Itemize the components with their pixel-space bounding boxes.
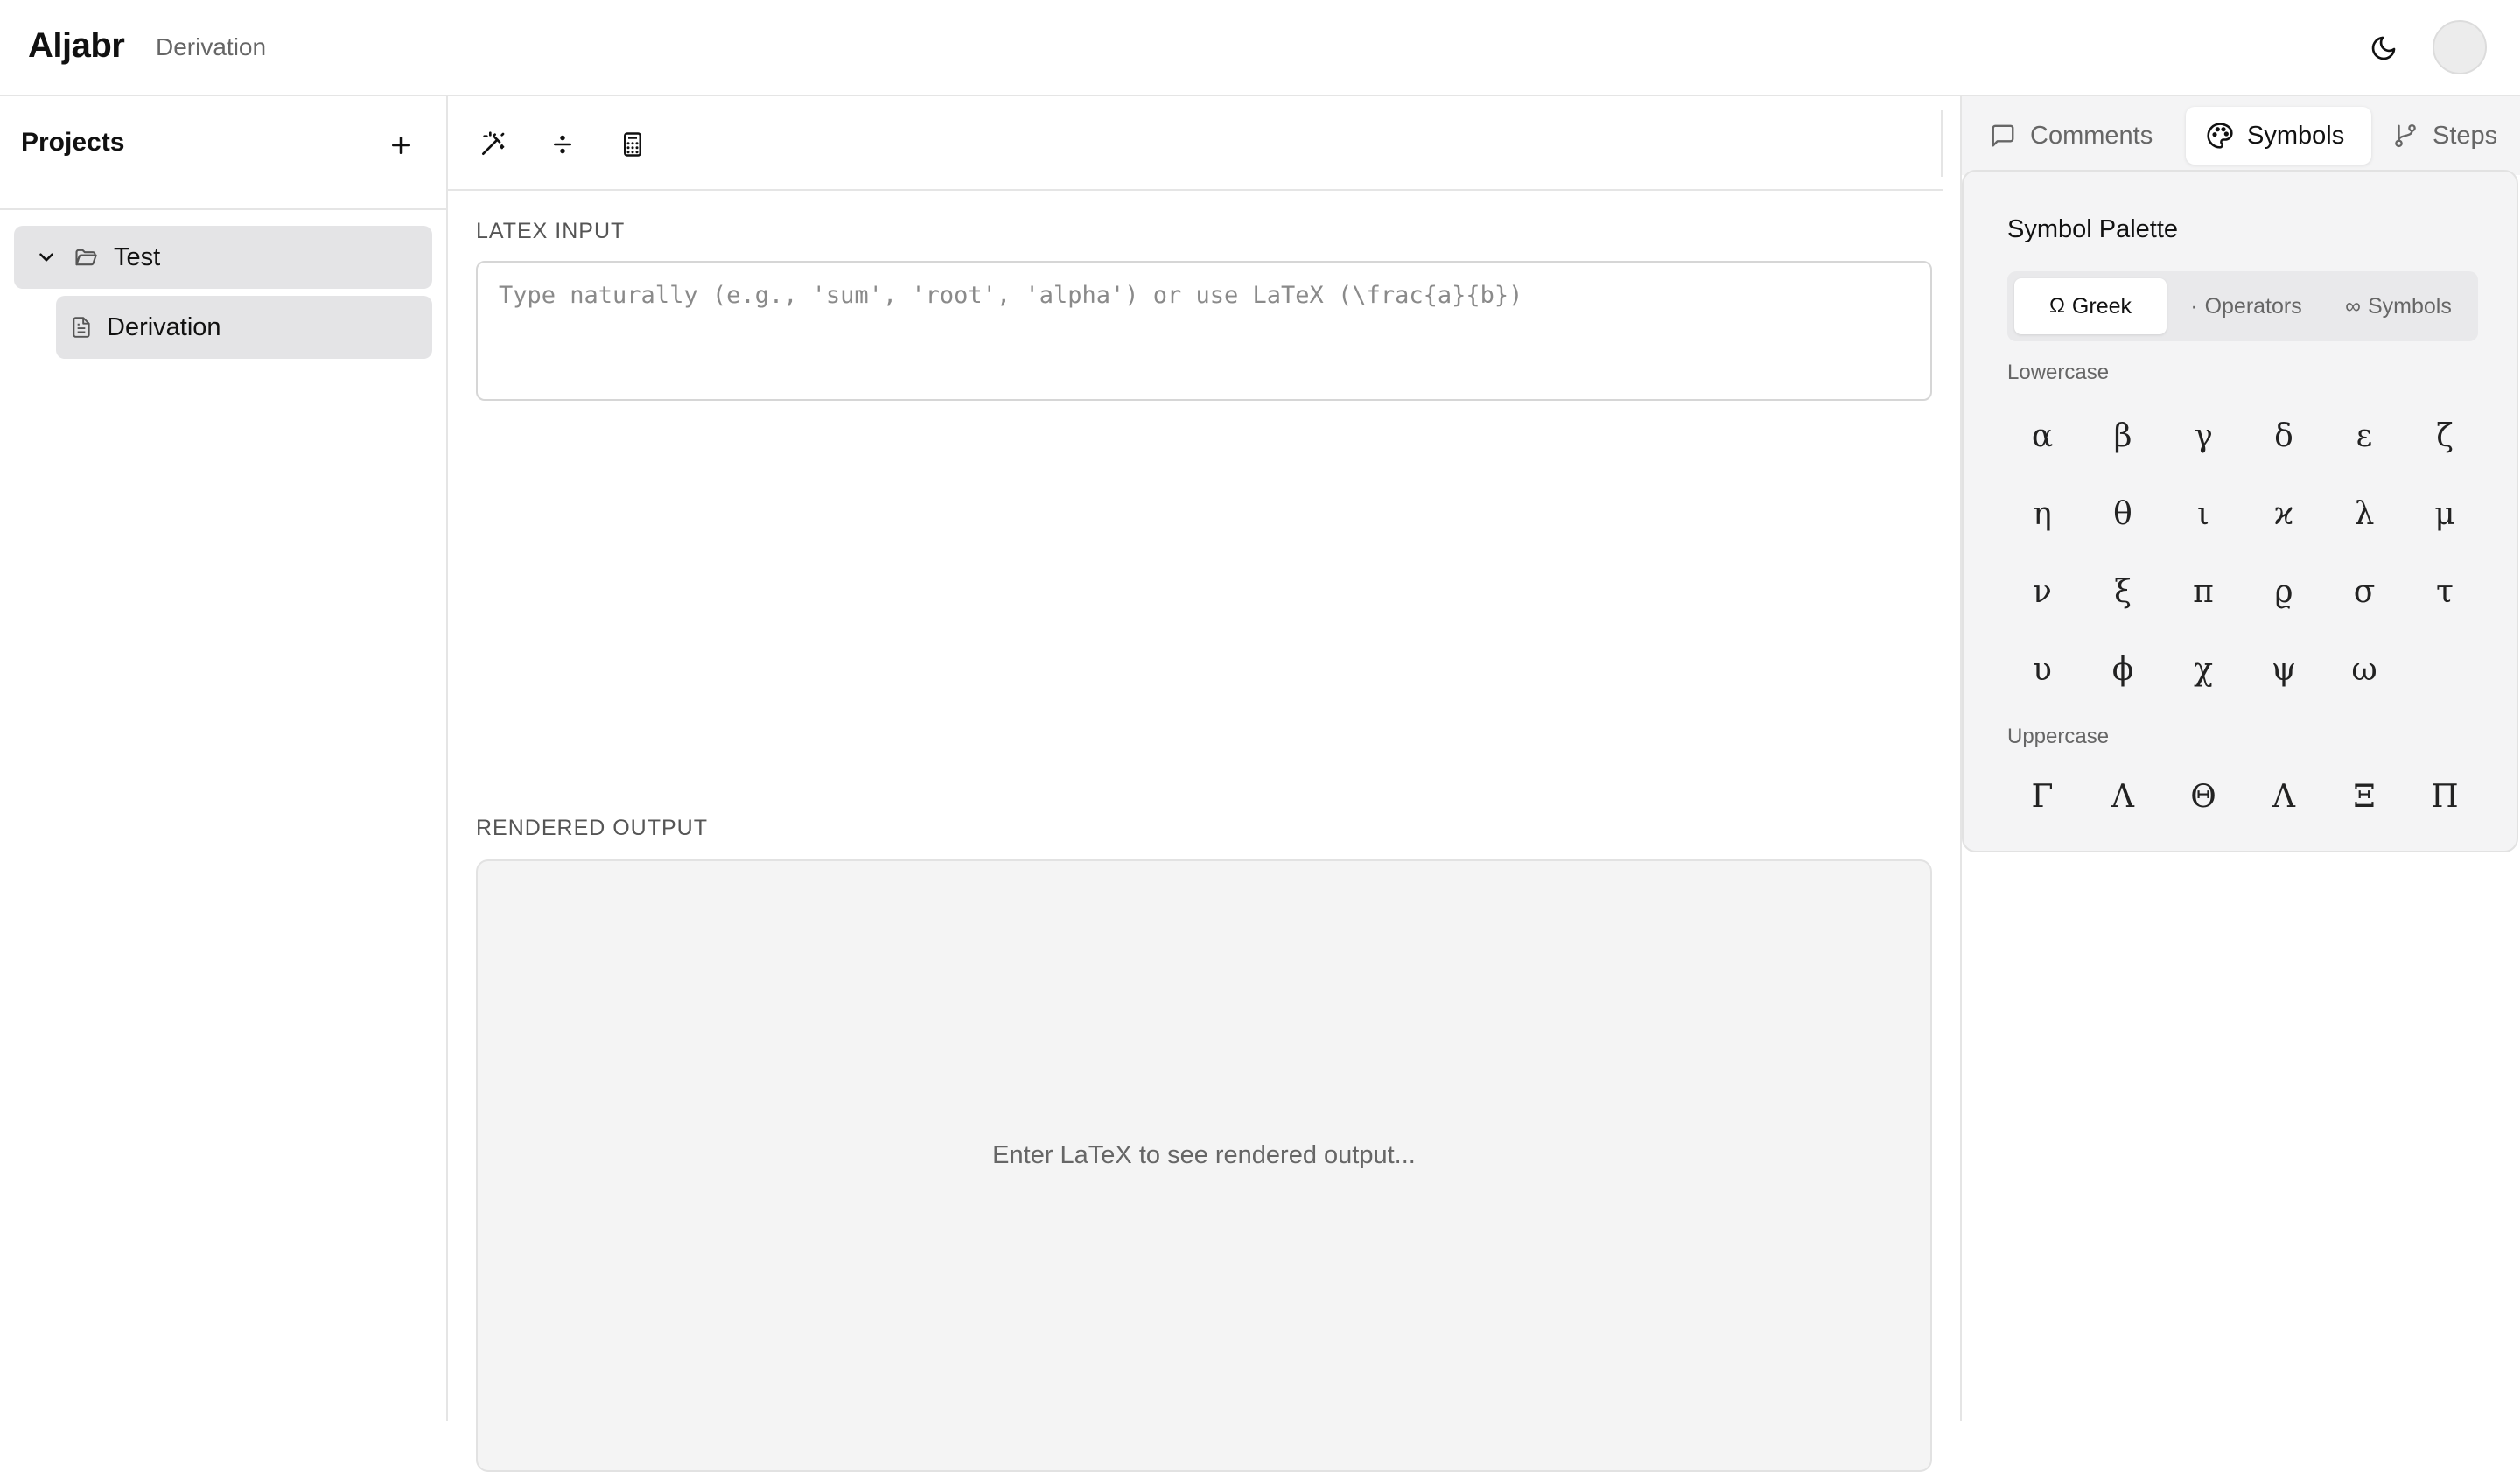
palette-icon <box>2205 121 2235 151</box>
symbol-button[interactable]: χ <box>2168 634 2238 704</box>
tab-steps-label: Steps <box>2432 121 2498 150</box>
right-panel: Comments Symbols Steps Symbol Palette Ω … <box>1960 96 2520 1421</box>
symbol-button[interactable]: γ <box>2168 401 2238 471</box>
symbol-button[interactable]: ϱ <box>2249 557 2319 627</box>
app-logo[interactable]: Aljabr <box>28 26 125 66</box>
symbol-button[interactable]: Γ <box>2007 761 2077 831</box>
tab-comments-label: Comments <box>2030 121 2153 150</box>
omega-icon: Ω <box>2048 294 2065 318</box>
calculator-icon <box>624 132 641 157</box>
magic-wand-button[interactable] <box>471 123 514 166</box>
symbol-button[interactable]: ζ <box>2410 401 2480 471</box>
category-operators-button[interactable]: · Operators <box>2172 278 2320 334</box>
magic-wand-icon <box>482 131 505 155</box>
editor-toolbar <box>448 96 1942 191</box>
tab-steps[interactable]: Steps <box>2390 107 2520 165</box>
add-project-button[interactable] <box>380 124 422 166</box>
chevron-down-icon[interactable] <box>33 244 60 270</box>
symbol-palette: Symbol Palette Ω Greek · Operators ∞ Sym… <box>1962 170 2518 852</box>
message-square-icon <box>1988 121 2018 151</box>
symbol-button[interactable]: ω <box>2329 634 2399 704</box>
symbol-button[interactable]: Θ <box>2168 761 2238 831</box>
folder-label: Test <box>114 242 161 271</box>
projects-sidebar: Projects Test Derivation <box>0 96 448 1421</box>
symbol-button[interactable]: σ <box>2329 557 2399 627</box>
calculator-button[interactable] <box>611 123 654 166</box>
group-label-lowercase: Lowercase <box>2007 361 2110 384</box>
dot-icon: · <box>2190 293 2198 319</box>
tab-symbols[interactable]: Symbols <box>2186 107 2371 165</box>
avatar[interactable] <box>2432 20 2487 74</box>
symbol-button[interactable]: λ <box>2329 479 2399 549</box>
tab-comments[interactable]: Comments <box>1988 107 2180 165</box>
folder-open-icon <box>72 244 102 270</box>
symbol-button[interactable]: ν <box>2007 557 2077 627</box>
category-symbols-label: Symbols <box>2367 293 2452 319</box>
symbol-button[interactable]: Λ <box>2249 761 2319 831</box>
top-bar: Aljabr Derivation <box>0 0 2520 96</box>
toolbar-divider <box>1941 110 1942 177</box>
divide-icon <box>554 135 571 154</box>
tree-file-derivation[interactable]: Derivation <box>56 296 432 359</box>
theme-toggle-button[interactable] <box>2359 26 2408 70</box>
symbol-button[interactable]: ϰ <box>2249 479 2319 549</box>
symbol-button[interactable]: Π <box>2410 761 2480 831</box>
palette-title: Symbol Palette <box>2007 215 2179 243</box>
rendered-output-area: Enter LaTeX to see rendered output... <box>476 859 1932 1472</box>
rendered-output-placeholder: Enter LaTeX to see rendered output... <box>992 1141 1416 1169</box>
editor-main: LATEX INPUT RENDERED OUTPUT Enter LaTeX … <box>448 96 1960 1472</box>
symbol-button[interactable]: Λ <box>2088 761 2158 831</box>
symbol-button[interactable]: τ <box>2410 557 2480 627</box>
file-text-icon <box>70 314 94 340</box>
breadcrumb: Derivation <box>156 33 267 60</box>
latex-input[interactable] <box>476 261 1932 401</box>
symbol-button[interactable]: υ <box>2007 634 2077 704</box>
symbol-button[interactable]: ξ <box>2088 557 2158 627</box>
symbol-button[interactable]: ε <box>2329 401 2399 471</box>
symbol-button[interactable]: π <box>2168 557 2238 627</box>
app-root: Aljabr Derivation Projects Test Derivati… <box>0 0 2520 1472</box>
plus-icon <box>392 137 410 154</box>
moon-icon <box>2371 36 2396 60</box>
git-branch-icon <box>2390 121 2420 151</box>
symbol-button[interactable]: η <box>2007 479 2077 549</box>
sidebar-header: Projects <box>0 96 446 210</box>
category-greek-button[interactable]: Ω Greek <box>2014 278 2166 334</box>
tree-folder-test[interactable]: Test <box>14 226 432 289</box>
symbol-button[interactable]: θ <box>2088 479 2158 549</box>
category-symbols-button[interactable]: ∞ Symbols <box>2324 278 2473 334</box>
symbol-button[interactable]: μ <box>2410 479 2480 549</box>
divide-button[interactable] <box>541 123 584 166</box>
latex-input-label: LATEX INPUT <box>476 219 626 243</box>
symbol-button[interactable]: ψ <box>2249 634 2319 704</box>
infinity-icon: ∞ <box>2345 293 2361 319</box>
group-label-uppercase: Uppercase <box>2007 725 2110 748</box>
file-label: Derivation <box>107 312 221 341</box>
symbol-button[interactable]: ϕ <box>2088 634 2158 704</box>
tab-symbols-label: Symbols <box>2247 121 2345 150</box>
symbol-button[interactable]: δ <box>2249 401 2319 471</box>
rendered-output-label: RENDERED OUTPUT <box>476 816 709 840</box>
symbol-button[interactable]: α <box>2007 401 2077 471</box>
symbol-button[interactable]: Ξ <box>2329 761 2399 831</box>
symbol-button[interactable]: ι <box>2168 479 2238 549</box>
category-greek-label: Greek <box>2071 293 2132 319</box>
sidebar-title: Projects <box>21 128 125 157</box>
category-operators-label: Operators <box>2204 293 2302 319</box>
palette-category-switch: Ω Greek · Operators ∞ Symbols <box>2007 271 2478 341</box>
symbol-button[interactable]: β <box>2088 401 2158 471</box>
